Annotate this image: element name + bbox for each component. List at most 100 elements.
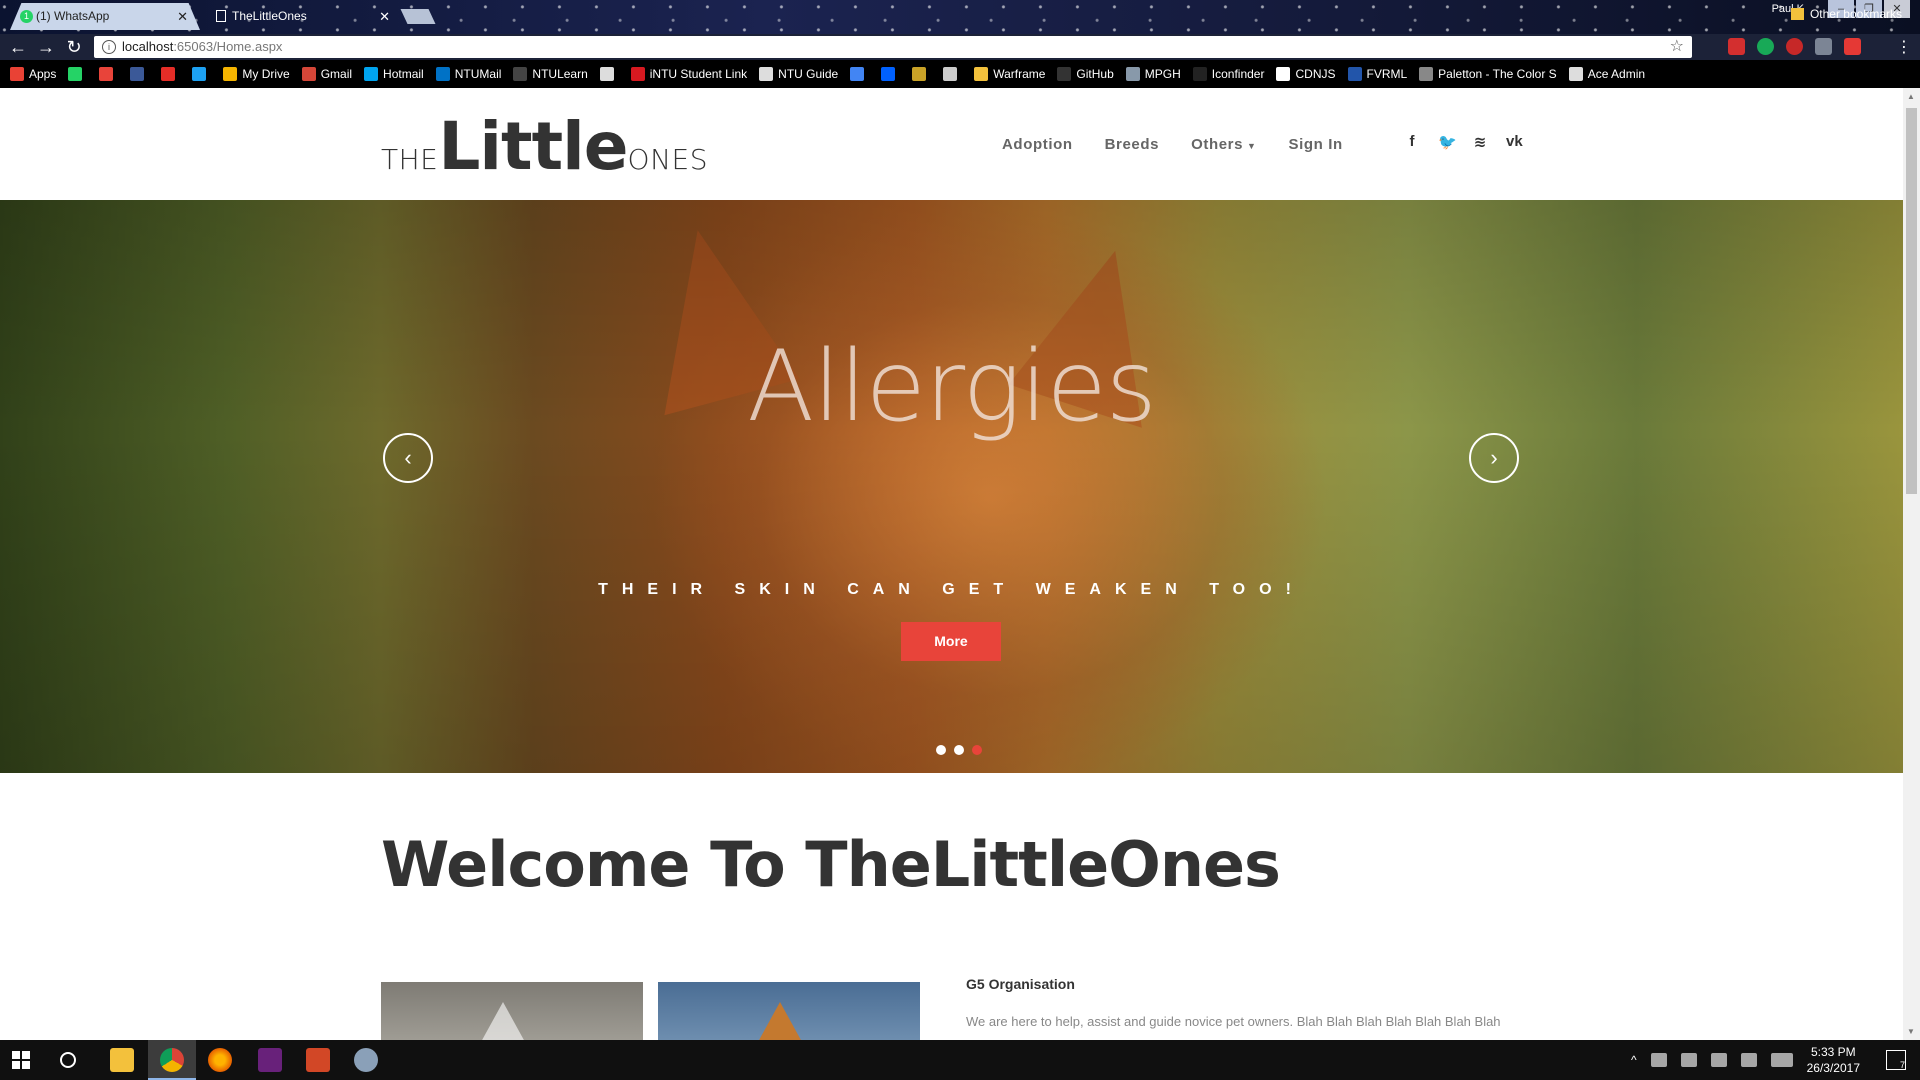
adblock-icon[interactable] [1786,38,1803,55]
tab-thelittleones[interactable]: TheLittleOnes ✕ [206,3,402,30]
welcome-title: Welcome To TheLittleOnes [381,828,1281,901]
bookmark-item[interactable]: Hotmail [364,67,424,81]
whatsapp-icon [68,67,83,81]
bookmark-item[interactable] [943,67,962,81]
close-icon[interactable]: ✕ [177,3,188,30]
carousel-dot[interactable] [936,745,946,755]
bookmark-item[interactable] [161,67,180,81]
carousel-next-button[interactable]: › [1469,433,1519,483]
outlook-icon [435,67,450,81]
bookmark-item[interactable] [912,67,931,81]
paint-icon[interactable] [354,1048,378,1072]
info-icon[interactable]: i [102,40,116,54]
forward-button[interactable]: → [36,37,56,57]
reload-button[interactable]: ↻ [64,37,84,57]
hero-title: Allergies [747,330,1157,444]
bookmark-item[interactable]: NTU Guide [759,67,838,81]
bookmark-item[interactable] [881,67,900,81]
page-scrollbar[interactable]: ▲ ▼ [1903,88,1920,1040]
tab-whatsapp[interactable]: 1 (1) WhatsApp ✕ [10,3,200,30]
powerpoint-icon[interactable] [306,1048,330,1072]
bookmark-item[interactable] [192,67,211,81]
x-icon [99,67,114,81]
menu-icon[interactable]: ⋮ [1896,37,1912,57]
volume-icon[interactable] [1740,1053,1757,1067]
bookmark-item[interactable]: NTUMail [435,67,501,81]
chrome-icon[interactable] [160,1048,184,1072]
nav-adoption[interactable]: Adoption [1002,136,1073,153]
bookmark-item[interactable] [68,67,87,81]
vk-icon[interactable]: vk [1506,133,1523,151]
facebook-icon[interactable]: f [1404,133,1420,151]
bookmark-label: NTULearn [532,67,588,81]
bookmark-item[interactable]: CDNJS [1276,67,1336,81]
clock[interactable]: 5:33 PM 26/3/2017 [1807,1044,1860,1076]
grammarly-icon[interactable] [1757,38,1774,55]
page-icon [759,67,774,81]
bookmark-item[interactable] [130,67,149,81]
pen-icon[interactable] [1815,38,1832,55]
file-explorer-icon[interactable] [110,1048,134,1072]
youtube-icon [161,67,176,81]
bookmark-star-icon[interactable]: ☆ [1670,36,1684,58]
extension-play-icon[interactable] [1844,38,1861,55]
address-bar[interactable]: i localhost:65063/Home.aspx ☆ [94,36,1692,58]
bookmark-label: FVRML [1366,67,1408,81]
apps-grid-icon [10,67,24,81]
other-bookmarks[interactable]: Other bookmarks [1790,7,1902,21]
dropbox-icon[interactable] [1650,1053,1667,1067]
windows-taskbar: ^ 5:33 PM 26/3/2017 7 [0,1040,1920,1080]
gmail-icon [301,67,316,81]
battery-icon[interactable] [1680,1053,1697,1067]
new-tab-button[interactable] [400,9,436,24]
url-text[interactable]: localhost:65063/Home.aspx [122,36,282,58]
carousel-prev-button[interactable]: ‹ [383,433,433,483]
firefox-icon[interactable] [208,1048,232,1072]
scroll-down-icon[interactable]: ▼ [1907,1027,1915,1036]
bookmark-item[interactable]: iNTU Student Link [630,67,747,81]
monitor-icon [943,67,958,81]
bookmark-label: Iconfinder [1211,67,1265,81]
visual-studio-icon[interactable] [258,1048,282,1072]
wifi-icon[interactable] [1710,1053,1727,1067]
bookmark-item[interactable]: NTULearn [513,67,588,81]
bookmark-item[interactable]: Paletton - The Color S [1419,67,1557,81]
bookmark-item[interactable]: Ace Admin [1568,67,1645,81]
iconfinder-icon [1192,67,1207,81]
carousel-indicators [936,745,982,755]
browser-toolbar: ← → ↻ i localhost:65063/Home.aspx ☆ ⋮ [0,34,1920,60]
bookmark-item[interactable]: FVRML [1347,67,1408,81]
keyboard-icon[interactable] [1770,1053,1793,1067]
twitter-icon[interactable]: 🐦 [1438,133,1457,151]
bookmark-item[interactable] [99,67,118,81]
scrollbar-thumb[interactable] [1906,108,1917,494]
carousel-dot-active[interactable] [972,745,982,755]
carousel-dot[interactable] [954,745,964,755]
windows-start-icon[interactable] [12,1051,30,1069]
nav-breeds[interactable]: Breeds [1105,136,1159,153]
bookmark-item[interactable]: Gmail [301,67,352,81]
close-icon[interactable]: ✕ [379,3,390,30]
scroll-up-icon[interactable]: ▲ [1907,92,1915,101]
notifications-icon[interactable]: 7 [1886,1050,1906,1070]
nav-others[interactable]: Others ▼ [1191,136,1256,153]
search-icon[interactable] [60,1052,76,1068]
bookmark-item[interactable]: My Drive [223,67,290,81]
bookmark-item[interactable] [599,67,619,81]
bookmark-item[interactable] [850,67,869,81]
chevron-up-icon[interactable]: ^ [1631,1053,1637,1067]
nav-sign-in[interactable]: Sign In [1289,136,1343,153]
bookmark-item[interactable]: GitHub [1057,67,1114,81]
extension-red-icon[interactable] [1728,38,1745,55]
bookmark-item[interactable]: Warframe [974,67,1045,81]
browser-tab-strip: 1 (1) WhatsApp ✕ TheLittleOnes ✕ Paul K … [0,0,1920,34]
site-logo[interactable]: THELittleONES [381,108,708,185]
back-button[interactable]: ← [8,37,28,57]
org-text: We are here to help, assist and guide no… [966,1014,1501,1029]
bookmark-item[interactable]: MPGH [1125,67,1181,81]
more-button[interactable]: More [901,622,1001,661]
paletton-icon [1419,67,1434,81]
rss-icon[interactable]: ≋ [1472,133,1488,151]
bookmark-item[interactable]: Iconfinder [1192,67,1265,81]
bookmark-item[interactable]: Apps [10,67,56,81]
